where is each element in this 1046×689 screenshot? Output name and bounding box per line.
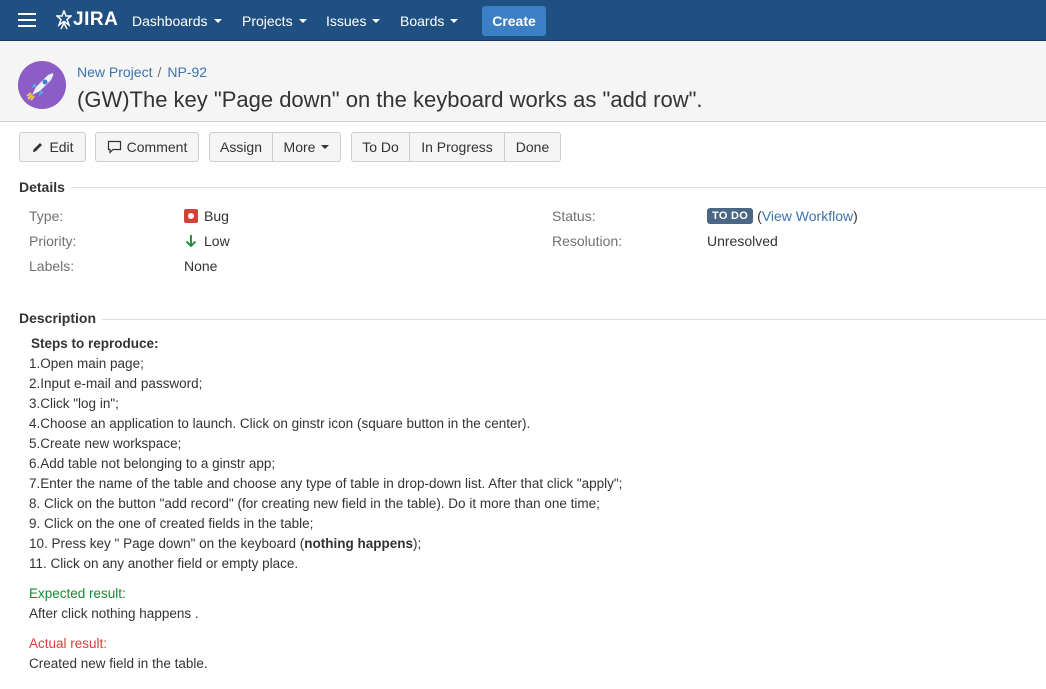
more-button[interactable]: More	[273, 132, 341, 162]
issue-header: New Project / NP-92 (GW)The key "Page down…	[0, 41, 1046, 122]
chevron-down-icon	[321, 145, 330, 149]
chevron-down-icon	[450, 18, 459, 23]
step-line: 8. Click on the button "add record" (for…	[29, 496, 600, 511]
labels-label: Labels:	[29, 258, 75, 274]
assign-button[interactable]: Assign	[209, 132, 273, 162]
resolution-label: Resolution:	[552, 233, 623, 249]
todo-transition-button[interactable]: To Do	[351, 132, 410, 162]
status-badge: TO DO	[707, 208, 754, 224]
resolution-value: Unresolved	[707, 233, 778, 249]
chevron-down-icon	[298, 18, 307, 23]
bug-icon	[184, 209, 198, 223]
comment-button[interactable]: Comment	[95, 132, 199, 162]
expected-result-text: After click nothing happens .	[29, 606, 199, 621]
nav-issues[interactable]: Issues	[326, 0, 381, 41]
nav-dashboards[interactable]: Dashboards	[132, 0, 222, 41]
arrow-down-icon	[185, 235, 197, 248]
step-line: 5.Create new workspace;	[29, 436, 182, 451]
description-divider	[19, 319, 1046, 320]
menu-icon[interactable]	[18, 13, 36, 27]
chevron-down-icon	[372, 18, 381, 23]
actual-result-text: Created new field in the table.	[29, 656, 208, 671]
jira-logo[interactable]: JIRA	[56, 9, 118, 31]
view-workflow-link[interactable]: View Workflow	[762, 208, 853, 224]
nav-projects[interactable]: Projects	[242, 0, 307, 41]
in-progress-transition-button[interactable]: In Progress	[410, 132, 505, 162]
type-label: Type:	[29, 208, 64, 224]
breadcrumb-project-link[interactable]: New Project	[77, 64, 152, 80]
step-line: 9. Click on the one of created fields in…	[29, 516, 314, 531]
step-line: 1.Open main page;	[29, 356, 144, 371]
step-line: 3.Click "log in";	[29, 396, 119, 411]
done-transition-button[interactable]: Done	[505, 132, 561, 162]
top-navigation-bar: JIRA Dashboards Projects Issues Boards C…	[0, 0, 1046, 41]
logo-text: JIRA	[73, 9, 119, 30]
description-heading[interactable]: Description	[19, 310, 103, 326]
type-value: Bug	[184, 208, 229, 224]
step-line: 10. Press key " Page down" on the keyboa…	[29, 536, 422, 551]
edit-button[interactable]: Edit	[19, 132, 86, 162]
nav-boards[interactable]: Boards	[400, 0, 459, 41]
issue-title[interactable]: (GW)The key "Page down" on the keyboard …	[77, 87, 703, 113]
pencil-icon	[33, 142, 43, 152]
chevron-down-icon	[213, 18, 222, 23]
create-button[interactable]: Create	[482, 6, 546, 36]
project-avatar[interactable]	[18, 61, 66, 109]
steps-heading: Steps to reproduce:	[31, 336, 159, 351]
step-line: 7.Enter the name of the table and choose…	[29, 476, 623, 491]
step-line: 2.Input e-mail and password;	[29, 376, 203, 391]
expected-result-label: Expected result:	[29, 586, 126, 601]
step-line: 11. Click on any another field or empty …	[29, 556, 299, 571]
labels-value: None	[184, 258, 218, 274]
breadcrumb: New Project / NP-92	[77, 64, 208, 80]
priority-label: Priority:	[29, 233, 77, 249]
priority-value: Low	[184, 233, 230, 249]
step-line: 4.Choose an application to launch. Click…	[29, 416, 531, 431]
details-heading[interactable]: Details	[19, 179, 71, 195]
comment-icon	[107, 140, 121, 154]
status-label: Status:	[552, 208, 596, 224]
details-divider	[19, 187, 1046, 188]
jira-logo-icon	[56, 10, 72, 30]
status-value: TO DO (View Workflow)	[707, 208, 858, 224]
step-line: 6.Add table not belonging to a ginstr ap…	[29, 456, 276, 471]
rocket-icon	[18, 61, 66, 109]
actual-result-label: Actual result:	[29, 636, 108, 651]
breadcrumb-issue-key-link[interactable]: NP-92	[167, 64, 207, 80]
